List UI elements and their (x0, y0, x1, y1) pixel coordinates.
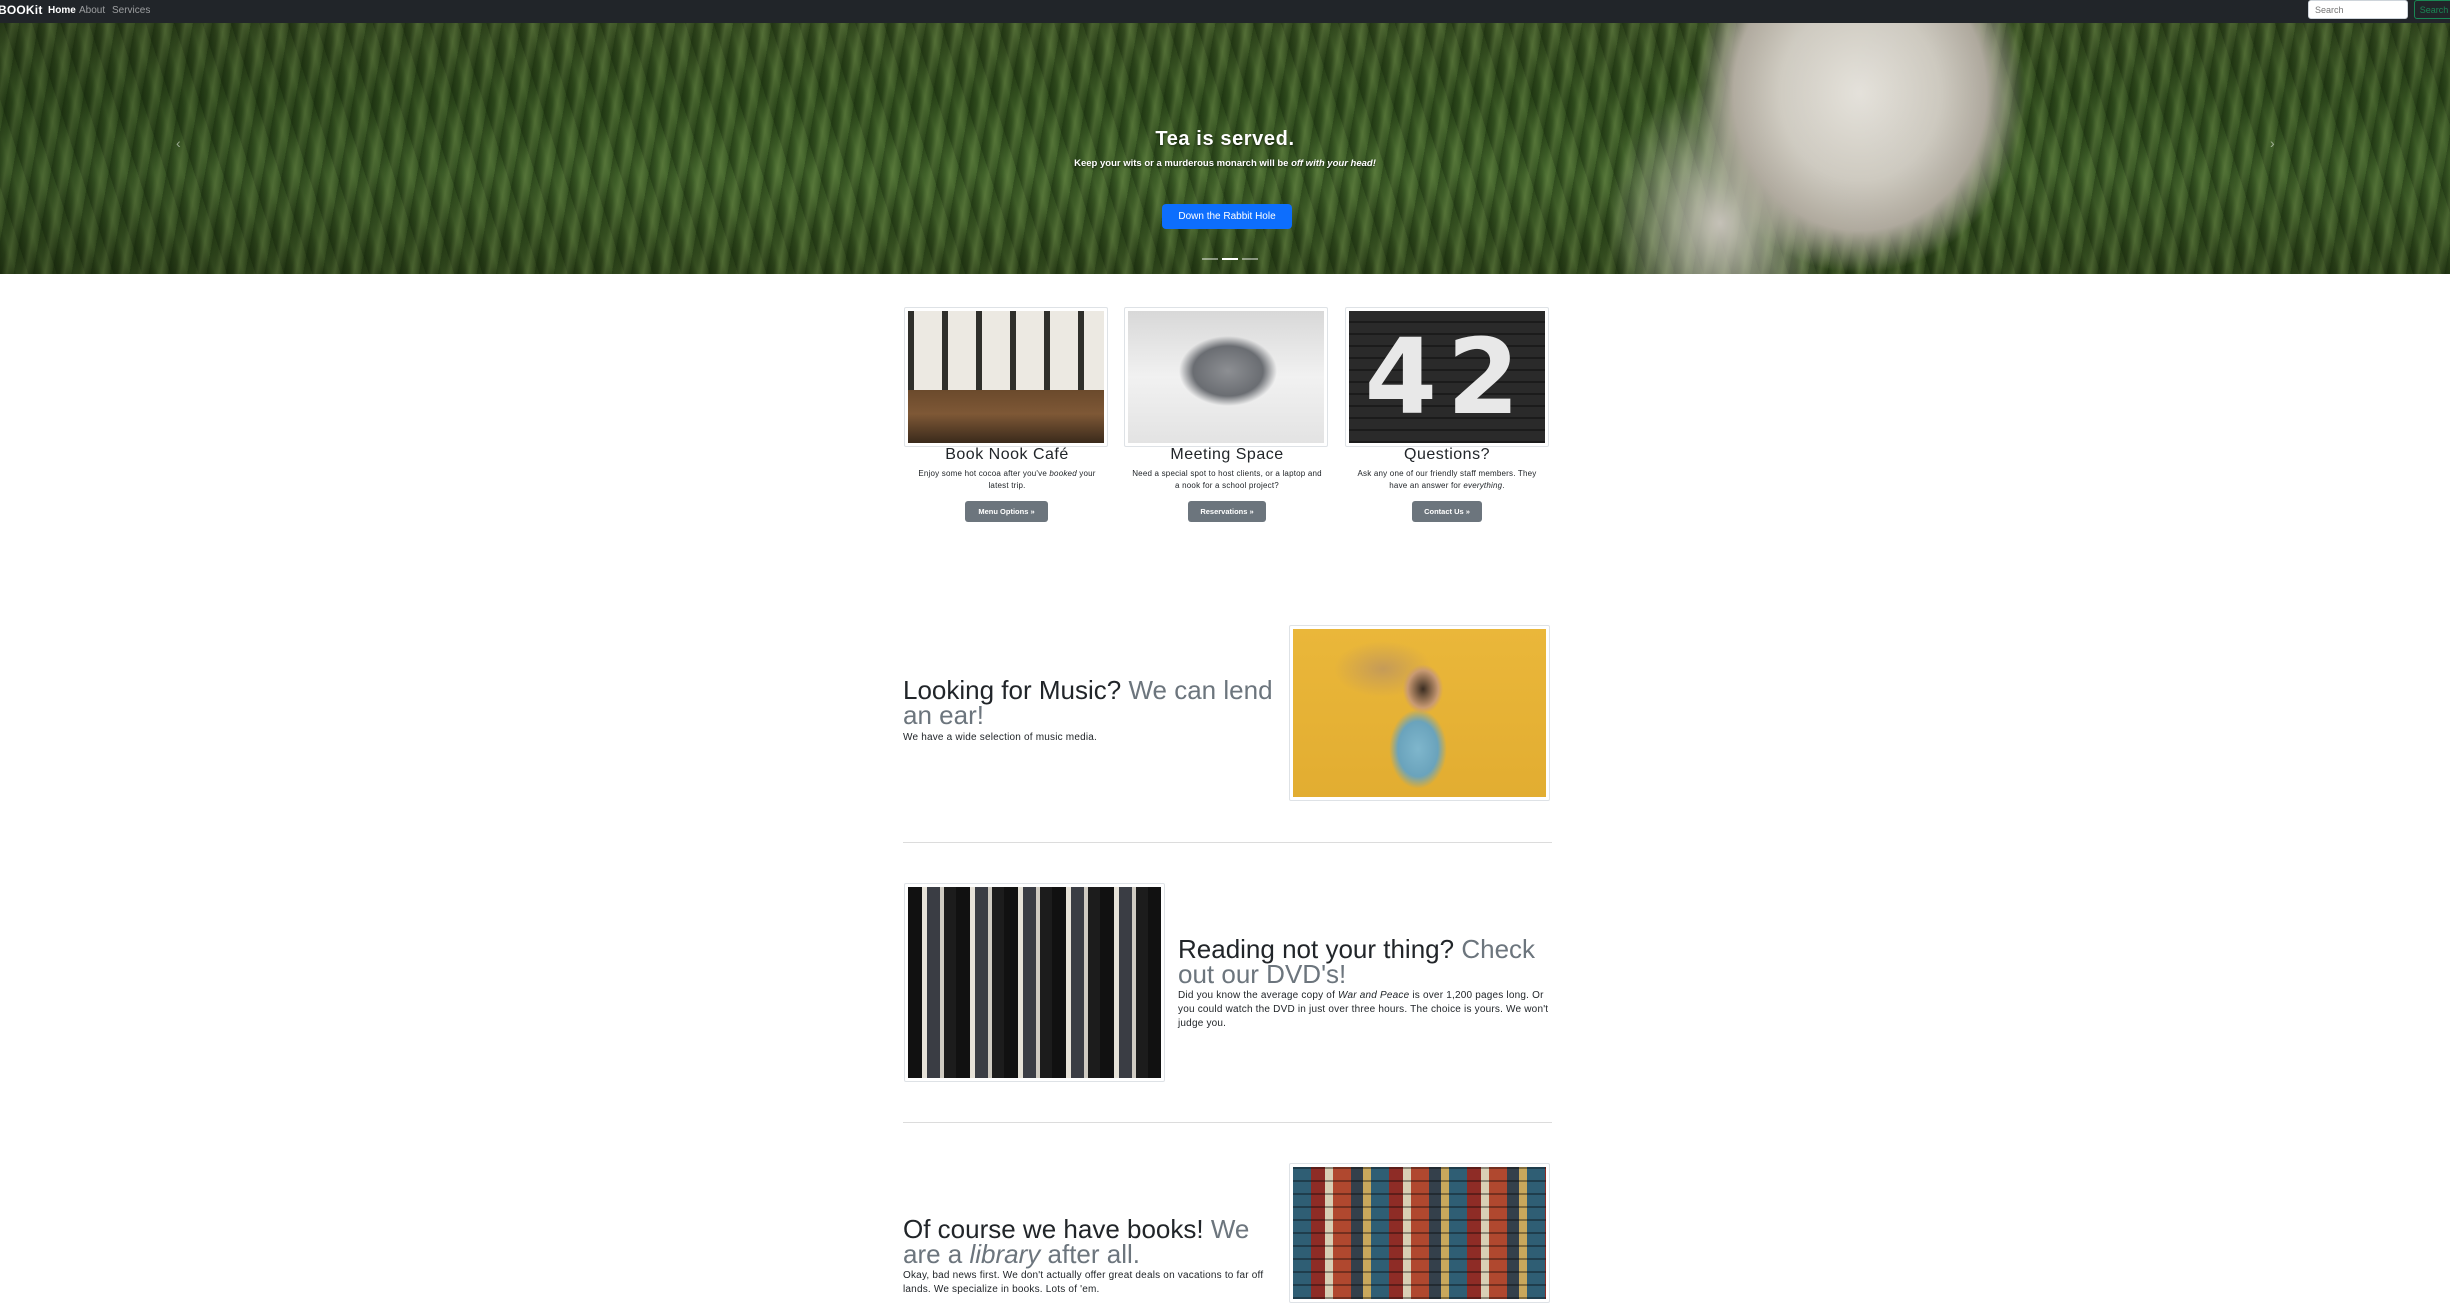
books-heading: Of course we have books! We are a librar… (903, 1214, 1250, 1269)
search-button[interactable]: Search (2414, 0, 2450, 19)
hero-subtitle-emphasis: off with your head! (1291, 158, 1376, 169)
featurette-divider-2 (903, 1122, 1552, 1123)
search-input[interactable] (2308, 0, 2408, 19)
reservations-button[interactable]: Reservations » (1188, 501, 1266, 522)
dvd-image (904, 883, 1165, 1082)
contact-us-button[interactable]: Contact Us » (1412, 501, 1482, 522)
hero-title: Tea is served. (1155, 128, 1295, 150)
dvd-heading: Reading not your thing? Check out our DV… (1178, 934, 1536, 989)
music-text: We have a wide selection of music media. (903, 732, 1098, 743)
menu-options-button[interactable]: Menu Options » (965, 501, 1048, 522)
music-image (1289, 625, 1550, 801)
hero-subtitle: Keep your wits or a murderous monarch wi… (1074, 158, 1376, 169)
cafe-image (904, 307, 1108, 447)
meeting-space-text: Need a special spot to host clients, or … (1132, 469, 1322, 490)
questions-image-number: 42 (1364, 316, 1530, 438)
carousel-indicator-1[interactable] (1202, 258, 1218, 260)
hero-carousel: ‹ › Tea is served. Keep your wits or a m… (0, 23, 2450, 274)
rabbit-hole-button[interactable]: Down the Rabbit Hole (1162, 204, 1292, 229)
dvd-text: Did you know the average copy of War and… (1178, 990, 1549, 1029)
brand-logo[interactable]: BOOKit (0, 3, 43, 17)
nav-link-home[interactable]: Home (48, 5, 76, 16)
carousel-indicators (1202, 258, 1258, 260)
books-image (1289, 1163, 1550, 1303)
carousel-indicator-3[interactable] (1242, 258, 1258, 260)
nav-link-about[interactable]: About (79, 5, 105, 16)
questions-title: Questions? (1404, 446, 1490, 463)
music-heading: Looking for Music? We can lend an ear! (903, 675, 1273, 730)
cafe-text: Enjoy some hot cocoa after you've booked… (918, 469, 1096, 490)
meeting-space-image (1124, 307, 1328, 447)
questions-image: 42 (1345, 307, 1549, 447)
questions-text: Ask any one of our friendly staff member… (1357, 469, 1537, 490)
nav-link-services[interactable]: Services (112, 5, 150, 16)
featurette-divider-1 (903, 842, 1552, 843)
carousel-indicator-2[interactable] (1222, 258, 1238, 260)
books-text: Okay, bad news first. We don't actually … (903, 1270, 1264, 1295)
top-navbar: BOOKit Home About Services Search (0, 0, 2450, 23)
meeting-space-title: Meeting Space (1170, 446, 1284, 463)
cafe-title: Book Nook Café (945, 446, 1069, 463)
